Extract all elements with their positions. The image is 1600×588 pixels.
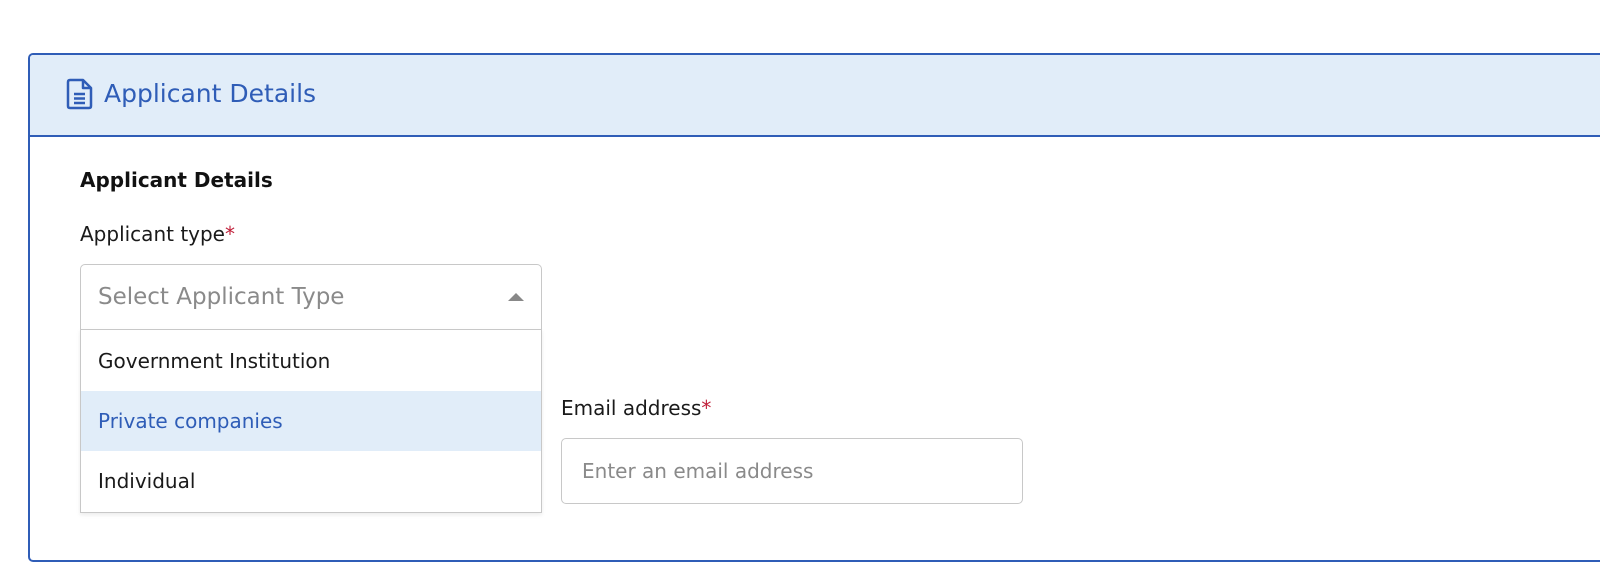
email-label: Email address*	[561, 395, 711, 421]
email-field[interactable]	[561, 438, 1023, 504]
option-individual[interactable]: Individual	[81, 451, 541, 511]
card-header-title: Applicant Details	[104, 79, 317, 108]
card-header: Applicant Details	[30, 55, 1600, 137]
section-title: Applicant Details	[80, 168, 273, 192]
caret-up-icon[interactable]	[508, 293, 524, 301]
applicant-type-placeholder: Select Applicant Type	[98, 284, 345, 310]
document-icon	[66, 78, 93, 110]
applicant-type-label-text: Applicant type	[80, 222, 225, 246]
email-label-text: Email address	[561, 396, 702, 420]
applicant-details-card: Applicant Details Applicant Details Appl…	[28, 53, 1600, 562]
required-marker: *	[701, 396, 712, 420]
applicant-type-label: Applicant type*	[80, 221, 235, 247]
option-government-institution[interactable]: Government Institution	[81, 331, 541, 391]
option-private-companies[interactable]: Private companies	[81, 391, 541, 451]
applicant-type-select[interactable]: Select Applicant Type	[80, 264, 542, 330]
required-marker: *	[225, 222, 235, 246]
applicant-type-dropdown: Government Institution Private companies…	[80, 329, 542, 513]
